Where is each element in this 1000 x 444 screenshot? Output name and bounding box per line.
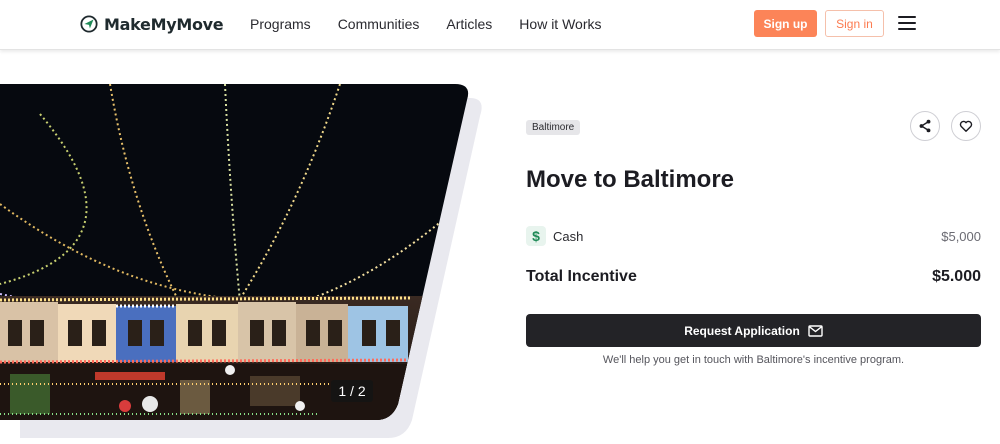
menu-icon[interactable] [898, 16, 916, 30]
nav-articles[interactable]: Articles [446, 15, 492, 33]
brand-logo[interactable]: MakeMyMove [80, 12, 224, 36]
nav-communities[interactable]: Communities [338, 15, 420, 33]
nav-programs[interactable]: Programs [250, 15, 311, 33]
gallery-photo [0, 84, 482, 438]
logo-mark-icon [80, 15, 98, 33]
photo-gallery[interactable]: 1 / 2 [0, 84, 500, 444]
nav-how-it-works[interactable]: How it Works [519, 15, 601, 33]
total-label: Total Incentive [526, 268, 637, 285]
share-icon [919, 119, 931, 133]
page-title: Move to Baltimore [526, 166, 735, 193]
mail-icon [808, 324, 823, 337]
cash-label: Cash [553, 229, 584, 244]
request-application-button[interactable]: Request Application [526, 314, 981, 347]
help-text: We'll help you get in touch with Baltimo… [602, 354, 905, 366]
location-tag[interactable]: Baltimore [526, 120, 581, 135]
signup-button[interactable]: Sign up [754, 10, 817, 37]
share-button[interactable] [910, 111, 940, 141]
main-nav: Programs Communities Articles How it Wor… [250, 15, 602, 33]
cash-incentive-row: $ Cash $5,000 [526, 226, 981, 248]
gallery-counter: 1 / 2 [331, 380, 373, 402]
favorite-button[interactable] [951, 111, 981, 141]
request-application-label: Request Application [684, 323, 800, 338]
cash-value: $5,000 [941, 229, 981, 244]
heart-icon [959, 120, 973, 132]
site-header: MakeMyMove Programs Communities Articles… [0, 0, 1000, 50]
brand-name: MakeMyMove [104, 14, 224, 34]
total-incentive-row: Total Incentive $5.000 [526, 268, 981, 290]
dollar-icon: $ [526, 226, 546, 246]
signin-button[interactable]: Sign in [825, 10, 884, 37]
total-value: $5.000 [932, 268, 981, 285]
